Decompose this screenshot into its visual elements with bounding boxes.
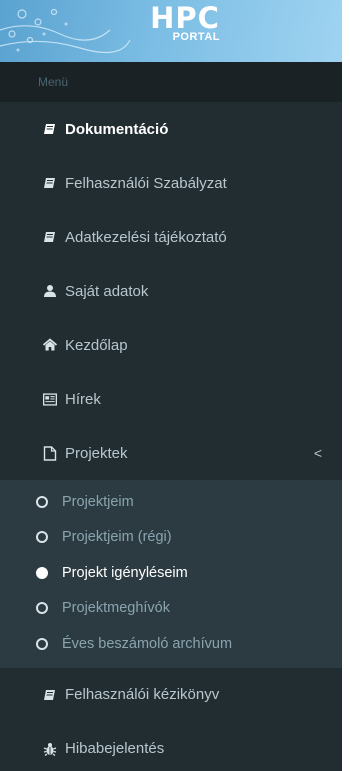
sidebar-item-label: Kezdőlap (65, 336, 128, 354)
sidebar-item-hibabejelentes[interactable]: Hibabejelentés (0, 722, 342, 771)
sidebar-item-label: Felhasználói Szabályzat (65, 174, 227, 192)
sidebar-item-label: Hírek (65, 390, 101, 408)
sidebar-item-felhasznaloi-szabalyzat[interactable]: Felhasználói Szabályzat (0, 156, 342, 210)
chevron-left-icon[interactable]: < (314, 445, 322, 461)
submenu-item-projektmeghivok[interactable]: Projektmeghívók (0, 591, 342, 627)
newspaper-icon (43, 392, 57, 406)
file-icon (43, 445, 57, 461)
sidebar-item-hirek[interactable]: Hírek (0, 372, 342, 426)
menu-header: Menü (0, 62, 342, 102)
submenu-item-label: Éves beszámoló archívum (62, 635, 233, 652)
circle-outline-icon (36, 531, 48, 544)
bug-icon (43, 742, 57, 756)
book-icon (43, 688, 57, 702)
submenu-item-eves-beszamolo-archivum[interactable]: Éves beszámoló archívum (0, 626, 342, 662)
sidebar-item-label: Saját adatok (65, 282, 149, 300)
sidebar: HPC PORTAL Menü Dokumentáció Felhasználó… (0, 0, 342, 771)
sidebar-item-felhasznaloi-kezikonyv[interactable]: Felhasználói kézikönyv (0, 668, 342, 722)
sidebar-item-sajat-adatok[interactable]: Saját adatok (0, 264, 342, 318)
circle-outline-icon (36, 495, 48, 508)
sidebar-item-label: Adatkezelési tájékoztató (65, 228, 227, 246)
user-icon (43, 284, 57, 298)
circle-outline-icon (36, 602, 48, 615)
book-icon (43, 176, 57, 190)
sidebar-item-projektek[interactable]: Projektek < (0, 426, 342, 480)
sidebar-item-adatkezelesi-tajekoztato[interactable]: Adatkezelési tájékoztató (0, 210, 342, 264)
circle-filled-icon (36, 566, 48, 579)
sidebar-item-dokumentacio[interactable]: Dokumentáció (0, 102, 342, 156)
submenu-item-projekt-igenyleseim[interactable]: Projekt igényléseim (0, 555, 342, 591)
projektek-submenu: Projektjeim Projektjeim (régi) Projekt i… (0, 480, 342, 668)
submenu-item-label: Projektjeim (62, 493, 134, 510)
logo[interactable]: HPC PORTAL (0, 0, 342, 62)
logo-main-text: HPC (150, 1, 220, 35)
submenu-item-projektjeim[interactable]: Projektjeim (0, 484, 342, 520)
submenu-item-label: Projektjeim (régi) (62, 529, 172, 546)
book-icon (43, 230, 57, 244)
sidebar-item-label: Hibabejelentés (65, 740, 165, 757)
circle-outline-icon (36, 637, 48, 650)
submenu-item-label: Projekt igényléseim (62, 564, 188, 581)
book-icon (43, 122, 57, 136)
brand: HPC PORTAL (140, 2, 230, 43)
sidebar-item-kezdolap[interactable]: Kezdőlap (0, 318, 342, 372)
submenu-item-projektjeim-regi[interactable]: Projektjeim (régi) (0, 520, 342, 556)
home-icon (43, 338, 57, 352)
submenu-item-label: Projektmeghívók (62, 600, 170, 617)
sidebar-item-label: Projektek (65, 444, 128, 462)
sidebar-item-label: Dokumentáció (65, 120, 169, 138)
sidebar-item-label: Felhasználói kézikönyv (65, 686, 220, 703)
